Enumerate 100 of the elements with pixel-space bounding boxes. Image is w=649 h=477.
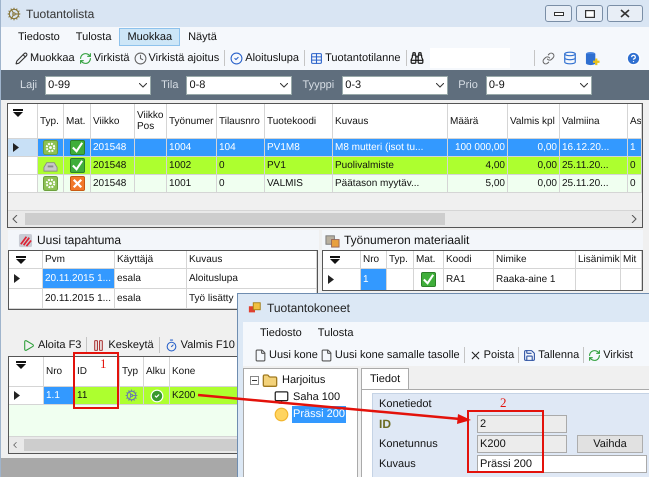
menu-item[interactable]: Näytä — [180, 28, 225, 46]
table-cell: Päätason myytäv... — [333, 175, 448, 192]
column-header[interactable]: Käyttäjä — [115, 251, 187, 268]
scroll-right-icon[interactable] — [631, 215, 637, 223]
row-header[interactable] — [8, 139, 38, 156]
table-cell: 0 — [217, 157, 265, 174]
toolbar-button[interactable]: Virkistä — [76, 48, 132, 68]
menu-item[interactable]: Tiedosto — [253, 324, 309, 342]
table-cell: PV1M8 — [265, 139, 333, 156]
table-cell: 100 000,00 — [448, 139, 508, 156]
pause-icon — [92, 338, 106, 352]
column-header[interactable]: Tilausnro — [217, 104, 265, 138]
toolbar-button[interactable]: Aloituslupa — [228, 48, 302, 68]
table-cell: 20.11.2015 1... — [43, 289, 115, 308]
toolbar-button[interactable]: Virkistä ajoitus — [132, 48, 222, 68]
chevron-down-icon — [436, 82, 444, 88]
minimize-button[interactable] — [545, 5, 572, 22]
tab[interactable]: Tiedot — [361, 368, 410, 389]
row-pointer-icon — [14, 391, 20, 400]
table-row[interactable]: 201548 1001 0 VALMIS Päätason myytäv... 5,00 0,00 25.11.20... 0 — [38, 175, 642, 192]
column-header[interactable]: Viikko — [91, 104, 135, 138]
maximize-button[interactable] — [576, 5, 603, 22]
chevron-down-icon — [280, 82, 288, 88]
table-cell: 4,00 — [448, 157, 508, 174]
column-filter-icon[interactable] — [13, 109, 23, 117]
column-header[interactable]: Valmis kpl — [508, 104, 560, 138]
table-cell: 1.1 — [44, 387, 75, 404]
table-cell: esala — [115, 269, 187, 288]
column-header[interactable]: Määrä — [448, 104, 508, 138]
column-header[interactable]: Nro — [44, 357, 75, 386]
menu-item[interactable]: Tulosta — [310, 324, 360, 342]
column-header[interactable]: Nimike — [494, 251, 576, 268]
table-cell: 0 — [628, 175, 642, 192]
column-header[interactable]: Työnumer — [167, 104, 217, 138]
column-header[interactable]: Kuvaus — [333, 104, 448, 138]
column-filter-icon[interactable] — [16, 361, 26, 369]
column-filter-icon[interactable] — [330, 256, 340, 264]
table-cell: 0 — [217, 175, 265, 192]
column-header[interactable]: Alku — [144, 357, 170, 386]
menu-item[interactable]: Tulosta — [68, 28, 120, 46]
boxes-icon — [325, 232, 340, 248]
toolbar-button[interactable]: Aloita F3 — [20, 335, 84, 355]
chevron-down-icon — [139, 82, 148, 88]
column-header[interactable]: Koodi — [444, 251, 494, 268]
document-icon — [320, 348, 333, 362]
column-header[interactable]: Kuvaus — [187, 251, 317, 268]
field-label: Kuvaus — [379, 456, 417, 472]
table-cell: 25.11.20... — [560, 175, 628, 192]
column-header[interactable]: Valmiina — [560, 104, 628, 138]
circle-icon — [274, 407, 289, 422]
collapse-icon[interactable] — [250, 376, 259, 385]
scroll-left-icon[interactable] — [12, 215, 18, 223]
toolbar-button[interactable]: Poista — [468, 345, 516, 365]
column-header[interactable]: Mit — [621, 251, 642, 268]
close-icon — [620, 9, 630, 18]
filter-dropdown[interactable]: 0-9 — [486, 76, 592, 94]
column-header[interactable]: Pvm — [43, 251, 115, 268]
column-filter-icon[interactable] — [16, 256, 26, 264]
column-header[interactable]: Typ — [120, 357, 144, 386]
column-header[interactable]: As — [628, 104, 642, 138]
table-cell: VALMIS — [265, 175, 333, 192]
horizontal-scrollbar[interactable] — [8, 210, 642, 227]
column-header[interactable]: Viikko Pos — [135, 104, 167, 138]
table-cell: 5,00 — [448, 175, 508, 192]
link-icon[interactable] — [542, 52, 556, 64]
toolbar-button[interactable]: Valmis F10 — [162, 335, 237, 355]
column-header[interactable]: Mat. — [414, 251, 444, 268]
highlight-frame — [73, 352, 119, 409]
toolbar-button[interactable]: Tallenna — [522, 345, 580, 365]
column-header[interactable]: Typ. — [387, 251, 414, 268]
save-icon — [523, 348, 536, 362]
table-cell: Aloituslupa — [187, 269, 317, 288]
row-header[interactable] — [9, 387, 44, 404]
filter-dropdown[interactable]: 0-8 — [186, 76, 292, 94]
table-cell: RA1 — [444, 269, 494, 290]
scrollbar-thumb[interactable] — [25, 213, 445, 225]
filter-label: Laji — [20, 78, 38, 93]
toolbar-button[interactable]: Muokkaa — [13, 48, 77, 68]
toolbar-button[interactable]: Tuotantotilanne — [308, 48, 402, 68]
column-header[interactable]: Nro — [361, 251, 387, 268]
help-icon[interactable] — [626, 50, 641, 66]
menu-item[interactable]: Tiedosto — [10, 28, 68, 46]
scroll-left-icon[interactable] — [13, 441, 18, 449]
database-icon[interactable] — [563, 51, 578, 65]
table-cell: 201548 — [91, 157, 135, 174]
text-field[interactable]: Prässi 200 — [477, 455, 647, 473]
table-row[interactable]: 201548 1002 0 PV1 Puolivalmiste 4,00 0,00 25.11.20... 0 — [38, 157, 642, 174]
filter-dropdown[interactable]: 0-3 — [342, 76, 448, 94]
toolbar-button[interactable]: Keskeytä — [90, 335, 156, 355]
toolbar-button[interactable]: Virkist — [587, 345, 634, 365]
database-add-icon[interactable] — [585, 50, 600, 66]
column-header[interactable]: Lisänimik — [576, 251, 621, 268]
column-header[interactable]: Typ. — [38, 104, 64, 138]
toolbar-button[interactable]: Uusi kone samalle tasolle — [318, 345, 461, 365]
close-button[interactable] — [607, 5, 643, 22]
filter-dropdown[interactable]: 0-99 — [45, 76, 152, 94]
menu-item[interactable]: Muokkaa — [119, 28, 180, 46]
column-header[interactable]: Mat. — [64, 104, 91, 138]
column-header[interactable]: Tuotekoodi — [265, 104, 333, 138]
search-icon[interactable] — [410, 51, 424, 65]
